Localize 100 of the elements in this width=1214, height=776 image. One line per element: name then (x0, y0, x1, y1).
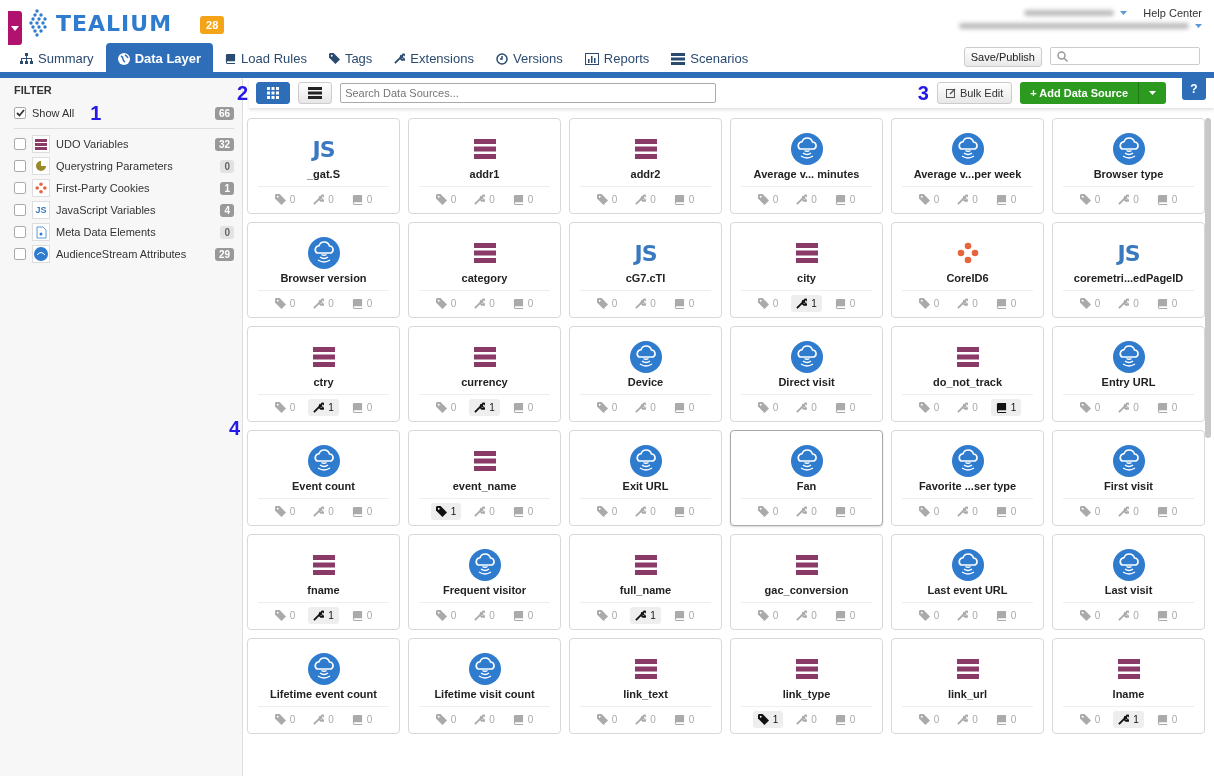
search-icon (1057, 50, 1068, 62)
data-source-card[interactable]: Lifetime visit count 0 0 0 (408, 638, 561, 734)
list-view-button[interactable] (298, 82, 333, 104)
data-source-card[interactable]: ctry 0 1 0 (247, 326, 400, 422)
data-source-card[interactable]: fname 0 1 0 (247, 534, 400, 630)
checkbox[interactable] (14, 226, 26, 238)
filter-label[interactable]: Meta Data Elements (56, 226, 156, 238)
data-source-card[interactable]: JS cG7.cTI 0 0 0 (569, 222, 722, 318)
checkbox[interactable] (14, 204, 26, 216)
data-source-card[interactable]: currency 0 1 0 (408, 326, 561, 422)
data-source-card[interactable]: Direct visit 0 0 0 (730, 326, 883, 422)
book-icon (225, 53, 237, 64)
data-source-card[interactable]: Lifetime event count 0 0 0 (247, 638, 400, 734)
extension-count: 0 (791, 191, 822, 208)
menu-button[interactable] (8, 11, 22, 45)
data-source-card[interactable]: Last visit 0 0 0 (1052, 534, 1205, 630)
data-source-card[interactable]: lname 0 1 0 (1052, 638, 1205, 734)
card-title: Browser version (280, 272, 367, 284)
data-source-card[interactable]: Frequent visitor 0 0 0 (408, 534, 561, 630)
data-source-card[interactable]: addr2 0 0 0 (569, 118, 722, 214)
data-source-card[interactable]: Average v...per week 0 0 0 (891, 118, 1044, 214)
data-source-card[interactable]: Browser type 0 0 0 (1052, 118, 1205, 214)
load-rule-count: 0 (829, 295, 861, 312)
extension-count: 0 (791, 711, 822, 728)
extension-count: 0 (308, 711, 339, 728)
filter-label[interactable]: AudienceStream Attributes (56, 248, 187, 260)
caret-icon[interactable] (1120, 11, 1128, 15)
search-field[interactable] (1050, 47, 1200, 65)
data-source-card[interactable]: do_not_track 0 0 1 (891, 326, 1044, 422)
data-source-card[interactable]: Event count 0 0 0 (247, 430, 400, 526)
extension-count: 1 (308, 607, 339, 624)
filter-label[interactable]: JavaScript Variables (56, 204, 156, 216)
nav-tab[interactable]: Extensions (384, 45, 484, 72)
nav-tab[interactable]: Tags (318, 45, 383, 72)
tag-icon (435, 194, 447, 205)
checkbox[interactable] (14, 138, 26, 150)
tag-count: 0 (913, 503, 945, 520)
data-source-card[interactable]: Entry URL 0 0 0 (1052, 326, 1205, 422)
data-source-card[interactable]: addr1 0 0 0 (408, 118, 561, 214)
data-source-card[interactable]: Device 0 0 0 (569, 326, 722, 422)
data-source-card[interactable]: JS coremetri...edPageID 0 0 0 (1052, 222, 1205, 318)
caret-icon[interactable] (1195, 24, 1202, 28)
tag-icon (918, 610, 930, 621)
load-rule-count: 0 (1151, 191, 1183, 208)
data-source-card[interactable]: city 0 1 0 (730, 222, 883, 318)
help-center-link[interactable]: Help Center (1143, 7, 1202, 19)
data-source-card[interactable]: First visit 0 0 0 (1052, 430, 1205, 526)
checkbox[interactable] (14, 248, 26, 260)
data-source-card[interactable]: Last event URL 0 0 0 (891, 534, 1044, 630)
data-source-card[interactable]: Exit URL 0 0 0 (569, 430, 722, 526)
data-source-card[interactable]: event_name 1 0 0 (408, 430, 561, 526)
annotation-number: 2 (237, 83, 249, 103)
book-icon (673, 506, 685, 517)
wrench-icon (394, 53, 406, 64)
card-title: ctry (313, 376, 334, 388)
data-source-card[interactable]: gac_conversion 0 0 0 (730, 534, 883, 630)
data-source-card[interactable]: link_url 0 0 0 (891, 638, 1044, 734)
data-source-card[interactable]: link_text 0 0 0 (569, 638, 722, 734)
data-source-card[interactable]: Browser version 0 0 0 (247, 222, 400, 318)
cloud-signal-icon (468, 549, 501, 581)
bar-chart-icon (584, 52, 599, 65)
help-button[interactable]: ? (1182, 78, 1206, 100)
grid-view-button[interactable] (256, 82, 291, 104)
tag-icon (757, 610, 769, 621)
filter-label[interactable]: Querystring Parameters (56, 160, 173, 172)
data-source-card[interactable]: full_name 0 1 0 (569, 534, 722, 630)
data-source-card[interactable]: Average v... minutes 0 0 0 (730, 118, 883, 214)
nav-tab[interactable]: Load Rules (215, 45, 317, 72)
extension-count: 0 (791, 607, 822, 624)
data-source-card[interactable]: category 0 0 0 (408, 222, 561, 318)
data-source-card[interactable]: JS _gat.S 0 0 0 (247, 118, 400, 214)
filter-label[interactable]: UDO Variables (56, 138, 129, 150)
bulk-edit-button[interactable]: Bulk Edit (936, 82, 1013, 104)
nav-tab[interactable]: Versions (485, 45, 573, 72)
wrench-icon (796, 298, 808, 309)
extension-count: 0 (308, 191, 339, 208)
count-badge: 0 (220, 159, 234, 173)
checkbox[interactable] (14, 182, 26, 194)
search-field[interactable]: Search Data Sources... (340, 83, 717, 103)
load-rule-count: 0 (1151, 399, 1183, 416)
nav-tab[interactable]: Summary (10, 45, 104, 72)
checkbox[interactable] (14, 160, 26, 172)
save-publish-button[interactable]: Save/Publish (963, 47, 1042, 67)
extension-count: 0 (952, 399, 983, 416)
wrench-icon (957, 402, 969, 413)
load-rule-count: 0 (346, 711, 378, 728)
card-title: Last event URL (927, 584, 1008, 596)
data-source-card[interactable]: Fan 0 0 0 (730, 430, 883, 526)
tag-count: 0 (269, 295, 301, 312)
nav-tab[interactable]: Reports (574, 45, 660, 72)
card-title: Average v... minutes (753, 168, 860, 180)
checkbox[interactable] (14, 107, 26, 119)
filter-label[interactable]: First-Party Cookies (56, 182, 150, 194)
data-source-card[interactable]: Favorite ...ser type 0 0 0 (891, 430, 1044, 526)
data-source-card[interactable]: CoreID6 0 0 0 (891, 222, 1044, 318)
nav-tab[interactable]: Data Layer (105, 43, 214, 72)
data-source-card[interactable]: link_type 1 0 0 (730, 638, 883, 734)
nav-tab[interactable]: Scenarios (661, 45, 759, 72)
cloud-signal-icon (1112, 445, 1145, 477)
tag-icon (274, 298, 286, 309)
